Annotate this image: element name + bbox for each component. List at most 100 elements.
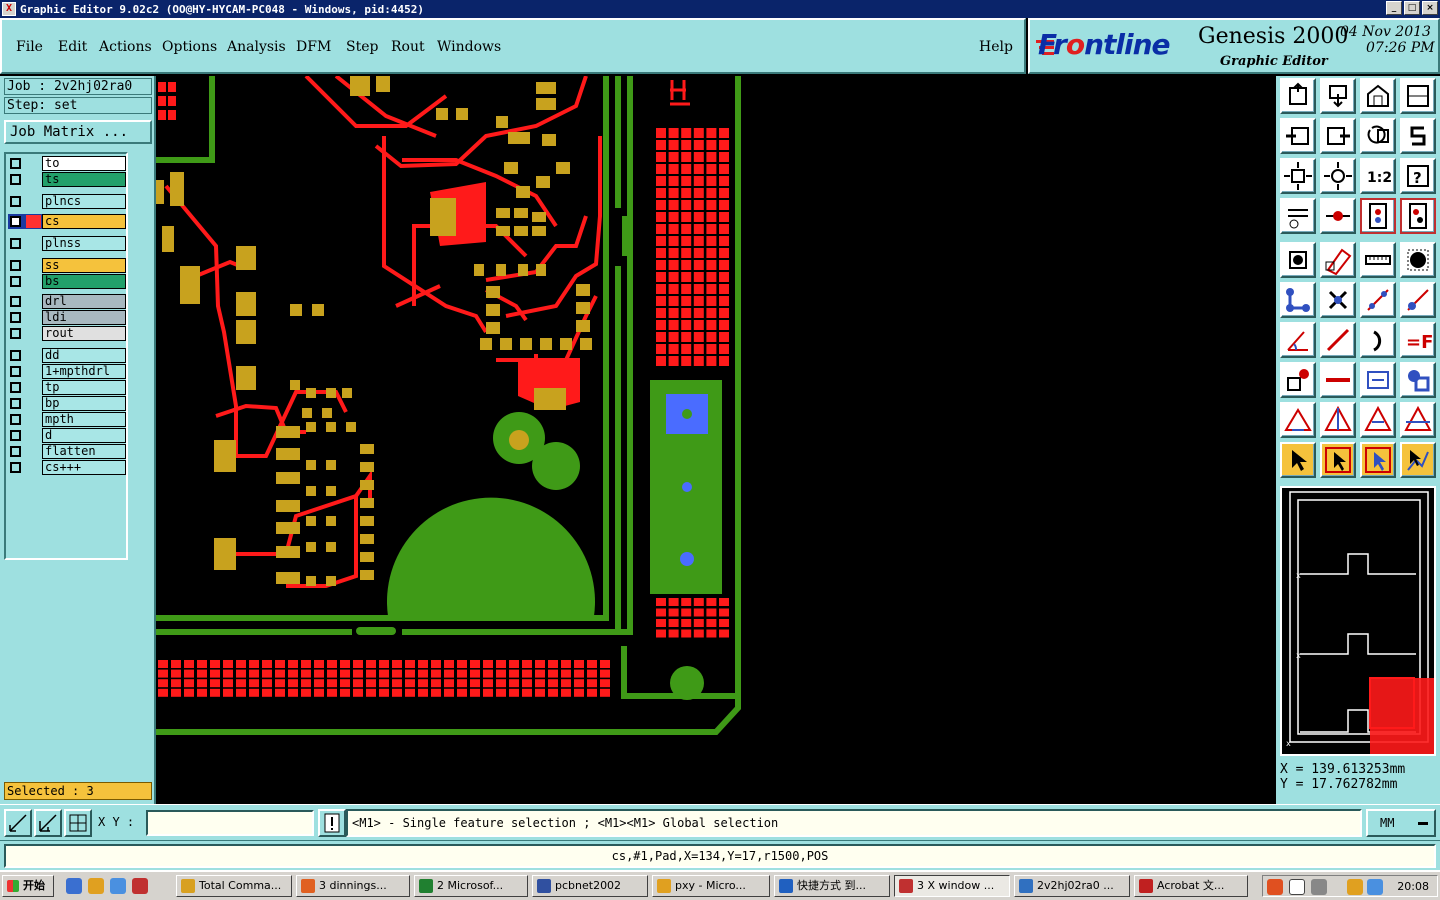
layer-name[interactable]: ldi [42,310,126,325]
layer-name[interactable]: plnss [42,236,126,251]
cursor-select-icon[interactable] [1320,442,1356,478]
layer-row-plncs[interactable]: plncs [8,194,126,209]
layer-row-1+mpthdrl[interactable]: 1+mpthdrl [8,364,126,379]
graphic-canvas[interactable] [156,76,1276,804]
redraw-icon[interactable] [1360,118,1396,154]
polygon-icon[interactable] [1360,402,1396,438]
triangle-up-icon[interactable] [1320,402,1356,438]
layer-name[interactable]: bs [42,274,126,289]
layer-checkbox[interactable] [10,430,21,441]
menu-step[interactable]: Step [346,39,378,55]
layer-row-d[interactable]: d [8,428,126,443]
menu-dfm[interactable]: DFM [296,39,331,55]
angle-icon[interactable] [1280,322,1316,358]
minus-icon[interactable] [1320,362,1356,398]
taskbar-item[interactable]: 2 Microsof... [414,875,528,897]
layer-row-bs[interactable]: bs [8,274,126,289]
taskbar-item[interactable]: pcbnet2002 [532,875,648,897]
layer-checkbox[interactable] [10,366,21,377]
layer-name[interactable]: plncs [42,194,126,209]
layer-name[interactable]: bp [42,396,126,411]
quicklaunch-icon[interactable] [88,878,104,894]
taskbar-item[interactable]: 3 dinnings... [296,875,410,897]
layer-name[interactable]: flatten [42,444,126,459]
layer-row-rout[interactable]: rout [8,326,126,341]
layer-name[interactable]: ts [42,172,126,187]
line-icon[interactable] [1320,322,1356,358]
net-icon[interactable] [1360,198,1396,234]
layer-row-bp[interactable]: bp [8,396,126,411]
help-icon[interactable] [1289,879,1305,895]
layer-row-cs[interactable]: cs [8,214,126,229]
home-icon[interactable] [1280,78,1316,114]
xwin-icon[interactable] [132,878,148,894]
select-icon[interactable] [1280,242,1316,278]
network-icon[interactable] [1367,879,1383,895]
start-button[interactable]: 开始 [2,875,54,897]
taskbar-item[interactable]: Total Comma... [176,875,292,897]
volume-icon[interactable] [1311,879,1327,895]
arc-icon[interactable] [1360,322,1396,358]
layer-checkbox[interactable] [10,296,21,307]
menu-rout[interactable]: Rout [391,39,425,55]
close-button[interactable]: × [1422,1,1438,15]
layer-row-mpth[interactable]: mpth [8,412,126,427]
layer-name[interactable]: d [42,428,126,443]
tray-app-icon[interactable] [1267,879,1283,895]
layer-row-ts[interactable]: ts [8,172,126,187]
settings-icon[interactable] [1280,198,1316,234]
center-icon[interactable] [1280,158,1316,194]
cursor-route-icon[interactable] [1400,442,1436,478]
layer-checkbox[interactable] [10,238,21,249]
alert-icon[interactable] [318,809,346,837]
ruler-icon[interactable] [1360,242,1396,278]
net-highlight-icon[interactable] [1400,198,1436,234]
layer-name[interactable]: dd [42,348,126,363]
taskbar-item[interactable]: 快捷方式 到... [774,875,890,897]
menu-windows[interactable]: Windows [437,39,501,55]
select-corner-icon[interactable] [4,809,32,837]
taskbar-item[interactable]: 3 X window ... [894,875,1010,897]
layer-checkbox[interactable] [10,462,21,473]
menu-edit[interactable]: Edit [58,39,87,55]
shape-icon[interactable] [1400,402,1436,438]
minimize-button[interactable]: _ [1386,1,1402,15]
measure-icon[interactable] [1320,198,1356,234]
pan-left-icon[interactable] [1280,118,1316,154]
copy-icon[interactable] [1280,362,1316,398]
layer-row-ldi[interactable]: ldi [8,310,126,325]
layer-name[interactable]: mpth [42,412,126,427]
layer-row-to[interactable]: to [8,156,126,171]
layer-checkbox[interactable] [10,260,21,271]
layer-name[interactable]: cs [42,214,126,229]
layer-row-ss[interactable]: ss [8,258,126,273]
pan-right-icon[interactable] [1320,118,1356,154]
layer-row-tp[interactable]: tp [8,380,126,395]
layer-name[interactable]: rout [42,326,126,341]
tray-clock-icon[interactable] [1347,879,1363,895]
menu-analysis[interactable]: Analysis [227,39,286,55]
taskbar-item[interactable]: Acrobat 文... [1134,875,1248,897]
layer-row-plnss[interactable]: plnss [8,236,126,251]
taskbar-item[interactable]: pxy - Micro... [652,875,770,897]
pad-icon[interactable] [1400,242,1436,278]
add-line-icon[interactable] [1360,282,1396,318]
zoom-home-icon[interactable] [1360,78,1396,114]
fill-icon[interactable] [1360,362,1396,398]
grid-snap-icon[interactable] [64,809,92,837]
layer-checkbox[interactable] [10,216,21,227]
text-icon[interactable]: =F [1400,322,1436,358]
layer-checkbox[interactable] [10,312,21,323]
layer-checkbox[interactable] [10,414,21,425]
layer-checkbox[interactable] [10,398,21,409]
layer-checkbox[interactable] [10,328,21,339]
layer-checkbox[interactable] [10,276,21,287]
layer-name[interactable]: cs+++ [42,460,126,475]
menu-file[interactable]: File [16,39,43,55]
layer-checkbox[interactable] [10,158,21,169]
ie-icon[interactable] [66,878,82,894]
layer-checkbox[interactable] [10,350,21,361]
job-matrix-button[interactable]: Job Matrix ... [4,120,152,144]
fit-icon[interactable] [1400,78,1436,114]
one-to-one-icon[interactable]: 1:2 [1360,158,1396,194]
